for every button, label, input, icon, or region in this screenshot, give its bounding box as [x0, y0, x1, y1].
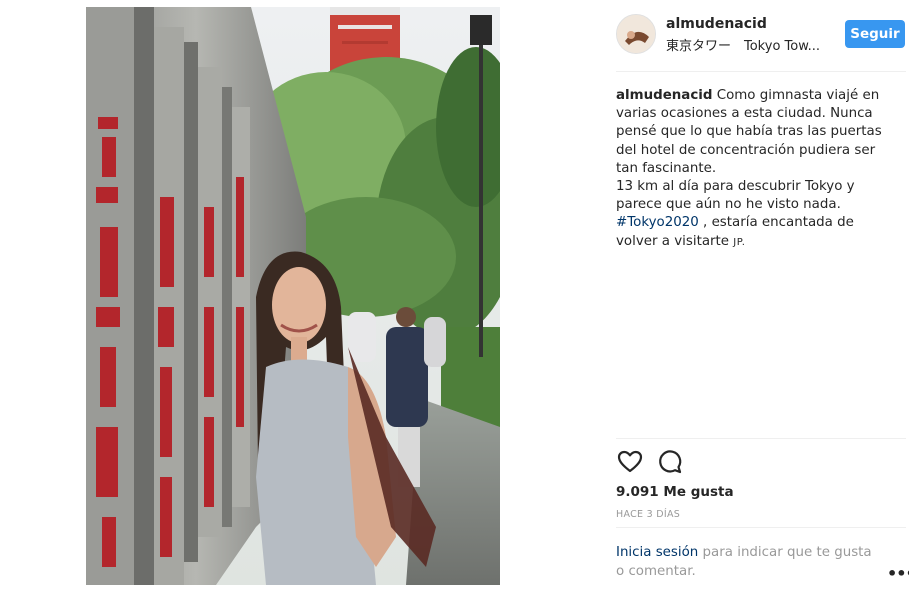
- login-divider: [616, 527, 906, 528]
- more-options-icon[interactable]: •••: [887, 564, 909, 583]
- follow-button[interactable]: Seguir: [845, 20, 905, 48]
- post-actions: [616, 448, 716, 478]
- login-link[interactable]: Inicia sesión: [616, 545, 698, 560]
- caption-text-2: 13 km al día para descubrir Tokyo y pare…: [616, 179, 855, 213]
- heart-icon[interactable]: [616, 448, 644, 476]
- likes-count[interactable]: 9.091 Me gusta: [616, 484, 734, 500]
- location-link[interactable]: 東京タワー Tokyo Tow...: [666, 35, 836, 54]
- post-header: almudenacid 東京タワー Tokyo Tow... Seguir: [616, 12, 906, 72]
- post-details-panel: almudenacid 東京タワー Tokyo Tow... Seguir al…: [602, 0, 909, 589]
- avatar-image: [617, 15, 655, 53]
- hashtag-link[interactable]: #Tokyo2020: [616, 215, 699, 230]
- post-timestamp[interactable]: HACE 3 DÍAS: [616, 509, 680, 520]
- actions-divider: [616, 438, 906, 439]
- username-link[interactable]: almudenacid: [666, 16, 767, 32]
- avatar[interactable]: [616, 14, 656, 54]
- post-photo[interactable]: [86, 7, 500, 585]
- caption-username-link[interactable]: almudenacid: [616, 88, 712, 103]
- photo-image: [86, 7, 500, 585]
- flag-emoji: JP.: [733, 236, 746, 248]
- comment-icon[interactable]: [656, 448, 684, 476]
- login-prompt: Inicia sesión para indicar que te gusta …: [616, 544, 878, 581]
- post-caption: almudenacid Como gimnasta viajé en varia…: [616, 87, 896, 252]
